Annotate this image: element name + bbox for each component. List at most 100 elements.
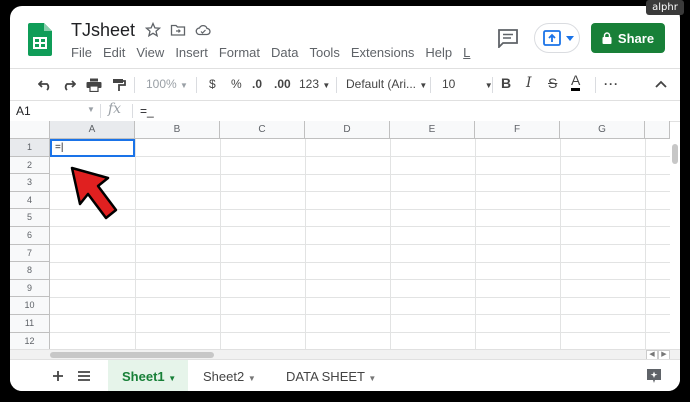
column-header-b[interactable]: B <box>135 121 220 139</box>
row-header-10[interactable]: 10 <box>10 297 50 315</box>
gridline <box>50 208 670 210</box>
gridline <box>50 279 670 281</box>
row-header-1[interactable]: 1 <box>10 139 50 157</box>
italic-button[interactable]: I <box>526 74 532 92</box>
row-header-6[interactable]: 6 <box>10 227 50 245</box>
watermark-badge: alphr <box>646 0 684 15</box>
vertical-scrollbar[interactable] <box>670 139 680 349</box>
chevron-down-icon <box>566 36 574 41</box>
sheet-tab-sheet2[interactable]: Sheet2 ▼ <box>203 369 256 384</box>
sheet-tab-bar: Sheet1 ▼ Sheet2 ▼ DATA SHEET ▼ <box>10 359 680 391</box>
menu-view[interactable]: View <box>136 45 164 60</box>
menu-help[interactable]: Help <box>425 45 452 60</box>
column-header-partial[interactable] <box>645 121 670 139</box>
column-header-c[interactable]: C <box>220 121 305 139</box>
more-formats-select[interactable]: 123 ▼ <box>299 75 330 95</box>
toolbar-separator <box>336 77 337 93</box>
name-box[interactable]: A1 <box>16 104 31 118</box>
cell-grid[interactable]: A B C D E F G 1 2 3 4 5 6 7 8 9 10 11 12 <box>10 121 680 349</box>
lock-icon <box>602 32 612 44</box>
zoom-select[interactable]: 100% ▼ <box>146 75 188 95</box>
formula-separator <box>132 104 133 118</box>
formula-bar: A1 ▼ fx =_ <box>10 100 680 122</box>
toolbar-separator <box>595 77 596 93</box>
gridline <box>50 332 670 333</box>
gridline <box>50 156 670 157</box>
sheet-tab-sheet1[interactable]: Sheet1 ▼ <box>122 369 176 384</box>
bold-button[interactable]: B <box>501 74 511 92</box>
print-icon[interactable] <box>86 78 102 92</box>
text-color-button[interactable]: A <box>571 72 581 91</box>
row-header-11[interactable]: 11 <box>10 315 50 333</box>
all-sheets-icon[interactable] <box>77 370 91 382</box>
strikethrough-button[interactable]: S <box>548 74 557 92</box>
vertical-scroll-thumb[interactable] <box>672 144 678 164</box>
format-currency-button[interactable]: $ <box>209 75 216 93</box>
gridline <box>50 173 670 175</box>
explore-icon[interactable] <box>646 368 662 384</box>
share-label: Share <box>617 30 655 46</box>
format-percent-button[interactable]: % <box>231 75 242 93</box>
present-icon <box>543 30 561 46</box>
sheets-logo-icon[interactable] <box>28 23 52 56</box>
font-size-select[interactable]: 10 ▼ <box>442 75 493 95</box>
gridline <box>50 244 670 245</box>
column-header-d[interactable]: D <box>305 121 390 139</box>
increase-decimal-button[interactable]: .00 <box>274 75 291 93</box>
gridline <box>50 226 670 228</box>
share-button[interactable]: Share <box>591 23 665 53</box>
formula-input[interactable]: =_ <box>140 104 154 118</box>
formula-separator <box>100 104 101 118</box>
cloud-saved-icon[interactable] <box>195 22 211 38</box>
row-header-9[interactable]: 9 <box>10 279 50 298</box>
document-title[interactable]: TJsheet <box>71 20 135 41</box>
menu-insert[interactable]: Insert <box>175 45 208 60</box>
menu-tools[interactable]: Tools <box>309 45 339 60</box>
menu-last-edit[interactable]: L <box>463 45 470 60</box>
column-header-a[interactable]: A <box>50 121 135 139</box>
select-all-corner[interactable] <box>10 121 50 139</box>
collapse-toolbar-icon[interactable] <box>655 80 667 88</box>
menu-extensions[interactable]: Extensions <box>351 45 415 60</box>
spreadsheet-window: TJsheet File Edit View Insert Format Dat… <box>10 6 680 391</box>
row-header-12[interactable]: 12 <box>10 332 50 349</box>
row-header-8[interactable]: 8 <box>10 262 50 280</box>
menu-format[interactable]: Format <box>219 45 260 60</box>
toolbar-separator <box>196 77 197 93</box>
gridline <box>50 261 670 263</box>
menu-bar: File Edit View Insert Format Data Tools … <box>71 45 481 60</box>
present-button[interactable] <box>534 23 580 53</box>
row-header-2[interactable]: 2 <box>10 156 50 175</box>
decrease-decimal-button[interactable]: .0 <box>252 75 262 93</box>
active-cell-a1[interactable]: =| <box>50 139 135 157</box>
menu-data[interactable]: Data <box>271 45 298 60</box>
menu-file[interactable]: File <box>71 45 92 60</box>
add-sheet-icon[interactable] <box>52 370 64 382</box>
row-header-5[interactable]: 5 <box>10 209 50 227</box>
paint-format-icon[interactable] <box>112 78 126 92</box>
column-header-e[interactable]: E <box>390 121 475 139</box>
gridline <box>50 314 670 316</box>
horizontal-scroll-thumb[interactable] <box>50 352 214 358</box>
redo-icon[interactable] <box>62 79 76 91</box>
toolbar-separator <box>492 77 493 93</box>
toolbar: 100% ▼ $ % .0 .00 123 ▼ Default (Ari... … <box>10 68 680 101</box>
gridline <box>50 296 670 298</box>
move-to-folder-icon[interactable] <box>170 22 186 38</box>
comment-history-icon[interactable] <box>497 28 519 48</box>
column-header-f[interactable]: F <box>475 121 560 139</box>
row-header-3[interactable]: 3 <box>10 174 50 192</box>
toolbar-separator <box>134 77 135 93</box>
sheet-tab-data-sheet[interactable]: DATA SHEET ▼ <box>286 369 376 384</box>
name-box-dropdown-icon[interactable]: ▼ <box>87 105 95 114</box>
row-header-4[interactable]: 4 <box>10 191 50 210</box>
red-arrow-annotation-icon <box>70 166 118 220</box>
star-icon[interactable] <box>145 22 161 38</box>
column-header-g[interactable]: G <box>560 121 645 139</box>
undo-icon[interactable] <box>38 79 52 91</box>
font-family-select[interactable]: Default (Ari... ▼ <box>346 75 427 95</box>
more-options-button[interactable]: ··· <box>604 75 619 93</box>
row-header-7[interactable]: 7 <box>10 244 50 263</box>
menu-edit[interactable]: Edit <box>103 45 125 60</box>
gridline <box>50 191 670 193</box>
